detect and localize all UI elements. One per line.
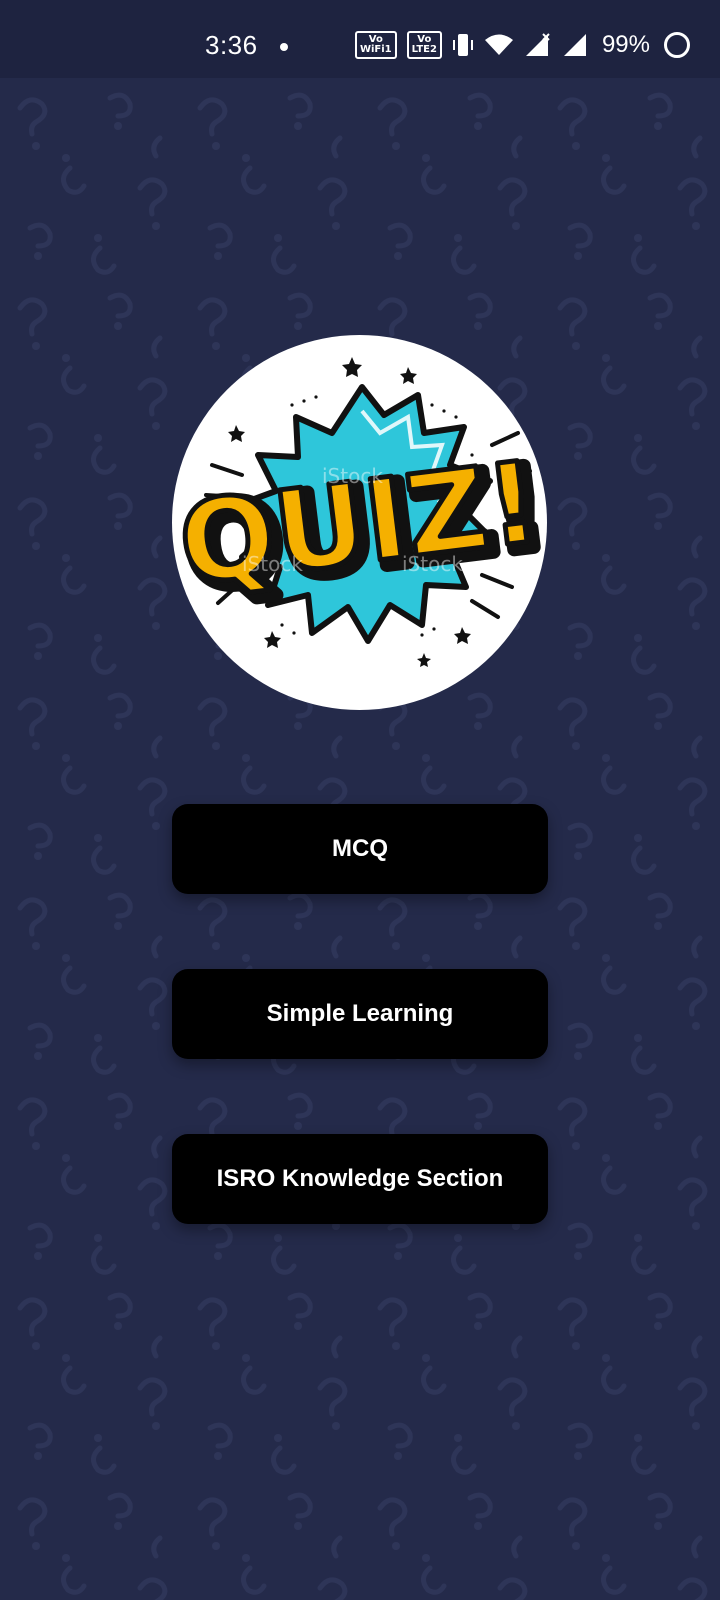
- wifi-icon: [484, 34, 513, 55]
- notification-dot-icon: [280, 43, 288, 51]
- quiz-logo-image: QUIZ! QUIZ! iStock iStock iStock iStock: [172, 357, 547, 667]
- watermark-text: iStock: [402, 552, 463, 576]
- quiz-logo: QUIZ! QUIZ! iStock iStock iStock iStock: [172, 335, 547, 710]
- signal-no-service-icon: [525, 33, 550, 56]
- quiz-home-screen: 3:36 Vo WiFi1 Vo LTE2 99% QUIZ! QUIZ! iS…: [0, 0, 720, 1600]
- battery-percent: 99%: [601, 31, 650, 58]
- watermark-text: iStock: [322, 464, 383, 488]
- watermark-text: iStock: [242, 552, 303, 576]
- status-time: 3:36: [205, 30, 258, 60]
- vibrate-icon: [452, 34, 473, 56]
- watermark-text: iStock: [252, 368, 313, 392]
- isro-knowledge-section-button[interactable]: ISRO Knowledge Section: [172, 1134, 548, 1224]
- status-bar: 3:36 Vo WiFi1 Vo LTE2 99%: [0, 0, 720, 78]
- vowifi-icon: Vo WiFi1: [354, 31, 397, 59]
- battery-saver-icon: [664, 32, 690, 58]
- simple-learning-button[interactable]: Simple Learning: [172, 969, 548, 1059]
- mcq-button[interactable]: MCQ: [172, 804, 548, 894]
- signal-icon: [563, 34, 586, 56]
- volte-icon: Vo LTE2: [406, 31, 442, 59]
- status-icons: Vo WiFi1 Vo LTE2 99%: [354, 28, 690, 62]
